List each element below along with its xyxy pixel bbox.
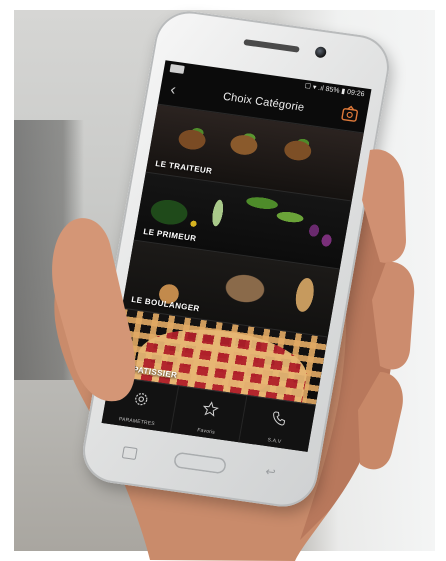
star-icon (202, 401, 219, 417)
earpiece-speaker (243, 39, 300, 53)
recent-apps-key[interactable] (121, 446, 138, 460)
front-camera-icon (314, 46, 328, 59)
back-key-icon[interactable]: ↩ (264, 464, 276, 479)
background-shelf (14, 120, 84, 380)
category-list: LE TRAITEUR LE PRIMEUR LE BOULANGER LE P… (109, 103, 364, 406)
nav-label: Favoris (196, 427, 216, 436)
notification-icon (169, 64, 185, 74)
phone-icon (272, 411, 285, 426)
nav-label: S.A.V (267, 437, 282, 446)
category-label: LE PRIMEUR (142, 226, 198, 244)
phone-screen: ☐ ▾ .ıl 85% ▮ 09:26 ‹ Choix Catégorie LE… (101, 60, 372, 452)
oven-logo-icon[interactable] (339, 103, 360, 123)
gear-icon (134, 393, 147, 406)
home-button[interactable] (172, 451, 228, 475)
